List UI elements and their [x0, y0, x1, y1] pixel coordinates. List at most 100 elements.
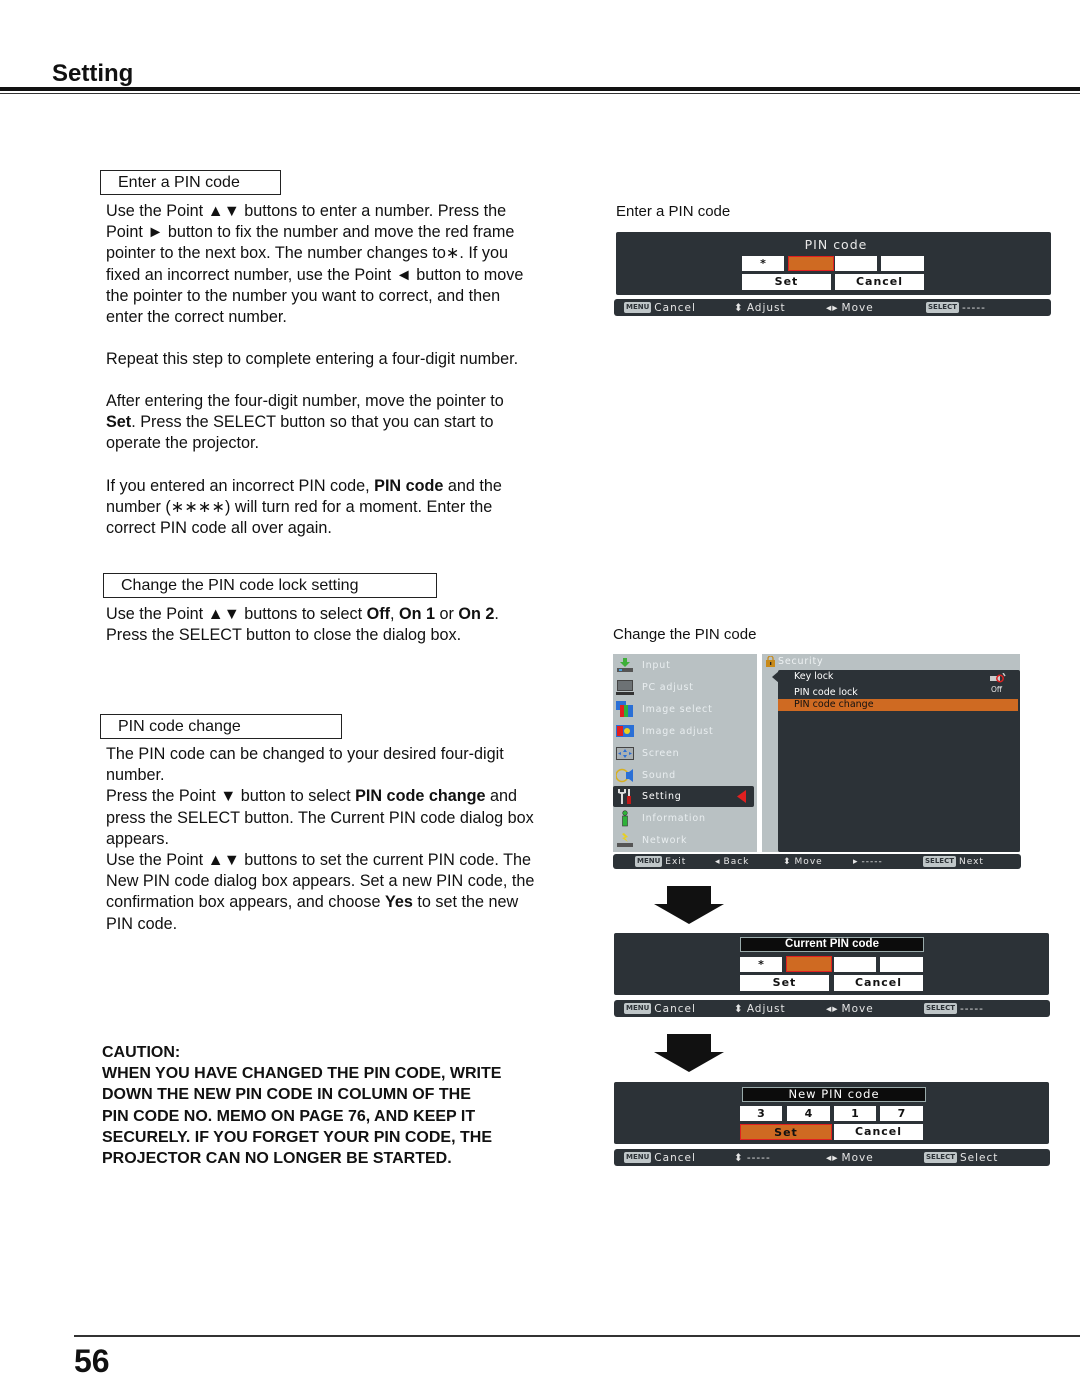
pin-digit-1[interactable]: * [740, 957, 782, 972]
cancel-button[interactable]: Cancel [834, 975, 923, 991]
up-down-arrows-icon: ⬍ [734, 1151, 744, 1164]
bold-term: Set [106, 413, 132, 432]
current-pin-dialog: Current PIN code * Set Cancel [614, 933, 1049, 995]
text-span: Press the Point ▼ button to select [106, 787, 356, 806]
down-arrow-icon [654, 886, 724, 924]
sound-speaker-icon [616, 768, 633, 783]
menu-key-icon: MENU [624, 302, 652, 313]
text-span: . [494, 605, 499, 623]
guide-label: Back [723, 856, 750, 867]
text-span: Use the Point ▲▼ buttons to select [106, 605, 367, 623]
text-line: number. [106, 766, 165, 785]
image-adjust-icon [616, 725, 634, 737]
set-button[interactable]: Set [742, 274, 831, 290]
guide-label: ----- [861, 856, 883, 867]
text-line: PIN code. [106, 914, 178, 933]
security-lock-icon [766, 656, 775, 667]
guide-label: Adjust [746, 1002, 786, 1015]
pin-digit-2[interactable] [788, 256, 834, 271]
pin-digit-3[interactable] [834, 957, 876, 972]
text-line: number (∗∗∗∗) will turn red for a moment… [106, 498, 493, 517]
dialog-title: PIN code [804, 237, 868, 252]
menu-item-image-select[interactable]: Image select [613, 699, 755, 720]
cancel-button[interactable]: Cancel [834, 1124, 923, 1140]
caution-notice: CAUTION: WHEN YOU HAVE CHANGED THE PIN C… [102, 1042, 572, 1169]
dialog-title: New PIN code [742, 1087, 926, 1102]
pin-digit-3[interactable] [835, 256, 877, 271]
guide-label: Move [841, 1151, 874, 1164]
main-menu: Input PC adjust Image select Image adjus… [613, 654, 757, 852]
guide-label: Adjust [746, 301, 786, 314]
caution-line: DOWN THE NEW PIN CODE IN COLUMN OF THE [102, 1086, 471, 1104]
cancel-button[interactable]: Cancel [835, 274, 924, 290]
submenu-item-pin-code-lock[interactable]: PIN code lock [778, 687, 1018, 699]
enter-pin-instructions: Use the Point ▲▼ buttons to enter a numb… [106, 201, 576, 328]
select-key-icon: SELECT [923, 856, 956, 867]
repeat-step-text: Repeat this step to complete entering a … [106, 350, 519, 368]
setting-tools-icon [618, 789, 631, 804]
guide-label: ----- [959, 1002, 984, 1015]
text-line: Point ► button to fix the number and mov… [106, 223, 515, 242]
menu-item-screen[interactable]: Screen [613, 743, 755, 764]
guide-label: Cancel [654, 1002, 696, 1015]
pin-digit-2[interactable]: 4 [787, 1106, 830, 1121]
menu-key-icon: MENU [635, 856, 663, 867]
caption-change-pin: Change the PIN code [613, 626, 757, 643]
menu-item-pc-adjust[interactable]: PC adjust [613, 677, 755, 698]
caution-line: PIN CODE NO. MEMO ON PAGE 76, AND KEEP I… [102, 1107, 476, 1125]
pin-digit-3[interactable]: 1 [834, 1106, 876, 1121]
menu-key-icon: MENU [624, 1003, 652, 1014]
pc-monitor-icon [616, 680, 634, 695]
menu-item-information[interactable]: Information [613, 808, 755, 829]
input-icon [617, 658, 633, 672]
guide-label: Move [841, 301, 874, 314]
menu-item-sound[interactable]: Sound [613, 765, 755, 786]
menu-item-network[interactable]: Network [613, 830, 755, 851]
incorrect-pin-text: If you entered an incorrect PIN code, PI… [106, 476, 576, 540]
left-arrow-icon: ◂ [715, 856, 721, 867]
caption-enter-pin: Enter a PIN code [616, 203, 731, 220]
text-line: pointer to the next box. The number chan… [106, 244, 509, 263]
text-span: confirmation box appears, and choose [106, 893, 385, 912]
section-heading-pin-change: PIN code change [100, 714, 342, 739]
set-button[interactable]: Set [740, 975, 829, 991]
after-entering-text: After entering the four-digit number, mo… [106, 391, 576, 455]
text-line: After entering the four-digit number, mo… [106, 392, 504, 410]
menu-item-setting[interactable]: Setting [613, 786, 754, 807]
submenu-item-key-lock[interactable]: Key lock [778, 671, 1018, 683]
guide-bar: MENU Cancel ⬍ Adjust ◂▸ Move SELECT ----- [614, 1000, 1050, 1017]
menu-item-input[interactable]: Input [613, 655, 755, 676]
guide-label: Next [958, 856, 984, 867]
text-line: confirmation box appears, and choose Yes… [106, 892, 581, 913]
page-number: 56 [74, 1343, 110, 1379]
submenu-title: Security [778, 656, 824, 667]
lock-setting-text: Use the Point ▲▼ buttons to select Off, … [106, 604, 576, 646]
left-right-arrows-icon: ◂▸ [826, 1002, 839, 1015]
submenu-item-pin-code-change[interactable]: PIN code change [778, 699, 1018, 711]
network-icon [617, 833, 633, 847]
footer-rule [74, 1335, 1080, 1337]
text-line: enter the correct number. [106, 308, 287, 327]
guide-bar: MENU Cancel ⬍ Adjust ◂▸ Move SELECT ----- [614, 299, 1051, 316]
text-line: fixed an incorrect number, use the Point… [106, 265, 524, 284]
bold-term: Yes [384, 893, 413, 912]
text-span: and [485, 787, 518, 806]
text-line: correct PIN code all over again. [106, 519, 332, 538]
pin-digit-4[interactable] [880, 957, 923, 972]
screen-icon [616, 747, 634, 760]
pin-digit-4[interactable]: 7 [880, 1106, 923, 1121]
up-down-arrows-icon: ⬍ [734, 1002, 744, 1015]
menu-item-image-adjust[interactable]: Image adjust [613, 721, 755, 742]
pin-digit-1[interactable]: 3 [740, 1106, 782, 1121]
menu-label: Sound [642, 770, 676, 781]
left-right-arrows-icon: ◂▸ [826, 1151, 839, 1164]
pin-digit-1[interactable]: * [742, 256, 784, 271]
text-line: New PIN code dialog box appears. Set a n… [106, 872, 535, 891]
submenu-panel: Security Key lock PIN code lock Off PIN … [762, 654, 1020, 852]
pin-digit-2[interactable] [786, 956, 832, 972]
set-button[interactable]: Set [740, 1124, 832, 1140]
section-heading-lock-setting: Change the PIN code lock setting [103, 573, 437, 598]
text-span: or [434, 605, 459, 623]
pin-digit-4[interactable] [881, 256, 924, 271]
menu-label: Information [642, 813, 706, 824]
